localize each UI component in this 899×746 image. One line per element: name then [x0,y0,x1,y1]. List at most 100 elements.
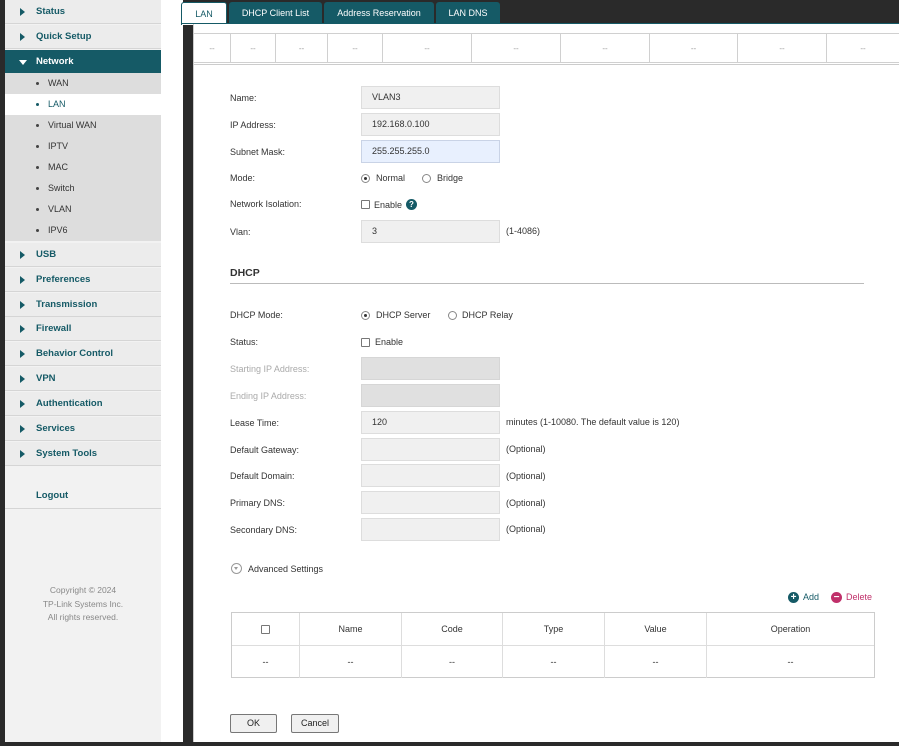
menu-services[interactable]: Services [5,417,161,441]
menu-quick-setup-label: Quick Setup [36,31,92,42]
submenu-switch[interactable]: Switch [5,178,161,199]
name-input[interactable]: VLAN3 [361,86,500,109]
dhcp-relay-radio[interactable] [448,311,457,320]
tab-address-reservation[interactable]: Address Reservation [324,2,434,24]
table-cell: -- [230,34,275,63]
logout-link[interactable]: Logout [36,490,68,501]
menu-usb[interactable]: USB [5,243,161,267]
table-cell: -- [327,34,382,63]
menu-quick-setup[interactable]: Quick Setup [5,25,161,49]
header-value: Value [604,613,706,645]
dhcp-options-table: Name Code Type Value Operation -- -- -- … [231,612,875,678]
subnet-mask-input[interactable]: 255.255.255.0 [361,140,500,163]
submenu-ipv6[interactable]: IPV6 [5,220,161,241]
copyright-line-1: Copyright © 2024 [49,585,117,595]
default-domain-input[interactable] [361,464,500,487]
table-cell: -- [649,34,737,63]
ok-button[interactable]: OK [230,714,277,733]
submenu-mac-label: MAC [48,162,68,172]
submenu-mac[interactable]: MAC [5,157,161,178]
submenu-wan[interactable]: WAN [5,73,161,94]
secondary-dns-input[interactable] [361,518,500,541]
subnet-mask-label: Subnet Mask: [230,147,286,157]
menu-status-label: Status [36,6,66,17]
bullet-icon [36,82,39,85]
submenu-switch-label: Switch [48,183,75,193]
mode-bridge-radio[interactable] [422,174,431,183]
lease-time-input[interactable]: 120 [361,411,500,434]
menu-network[interactable]: Network [5,50,161,74]
cancel-button[interactable]: Cancel [291,714,339,733]
menu-status[interactable]: Status [5,0,161,24]
starting-ip-label: Starting IP Address: [230,364,310,374]
delete-button-label: Delete [846,592,873,602]
menu-services-label: Services [36,423,76,434]
copyright: Copyright © 2024 TP-Link Systems Inc. Al… [5,584,161,625]
menu-vpn[interactable]: VPN [5,367,161,391]
menu-firewall-label: Firewall [36,323,72,334]
ip-address-input[interactable]: 192.168.0.100 [361,113,500,136]
default-domain-hint: (Optional) [506,471,546,481]
submenu-lan-label: LAN [48,99,66,109]
menu-behavior-control[interactable]: Behavior Control [5,342,161,366]
table-cell: -- [382,34,471,63]
submenu-lan[interactable]: LAN [5,94,161,115]
mode-label: Mode: [230,173,256,183]
menu-system-tools-label: System Tools [36,448,98,459]
dhcp-status-checkbox[interactable] [361,338,370,347]
copyright-line-3: All rights reserved. [47,612,119,622]
ending-ip-input[interactable] [361,384,500,407]
network-isolation-label: Network Isolation: [230,199,302,209]
minus-icon: − [831,592,842,604]
menu-system-tools[interactable]: System Tools [5,442,161,466]
starting-ip-input[interactable] [361,357,500,380]
menu-authentication[interactable]: Authentication [5,392,161,416]
table-cell: -- [401,646,502,678]
lease-time-label: Lease Time: [230,418,280,428]
menu-authentication-label: Authentication [36,398,103,409]
menu-behavior-control-label: Behavior Control [36,348,114,359]
caret-right-icon [20,8,25,16]
vlan-label: Vlan: [230,227,251,237]
network-submenu: WAN LAN Virtual WAN IPTV MAC Switch VLAN… [5,73,161,241]
dhcp-status-enable-label: Enable [375,337,404,347]
caret-right-icon [20,33,25,41]
submenu-vlan[interactable]: VLAN [5,199,161,220]
table-cell: -- [502,646,604,678]
network-isolation-checkbox[interactable] [361,200,370,209]
submenu-virtual-wan[interactable]: Virtual WAN [5,115,161,136]
help-icon[interactable]: ? [406,199,417,210]
menu-vpn-label: VPN [36,373,56,384]
mode-normal-radio[interactable] [361,174,370,183]
menu-transmission[interactable]: Transmission [5,293,161,317]
dhcp-server-radio[interactable] [361,311,370,320]
select-all-checkbox[interactable] [261,625,270,634]
secondary-dns-hint: (Optional) [506,524,546,534]
bullet-icon [36,124,39,127]
bullet-icon [36,229,39,232]
submenu-iptv[interactable]: IPTV [5,136,161,157]
mode-bridge-label: Bridge [437,173,464,183]
menu-preferences[interactable]: Preferences [5,268,161,292]
advanced-settings-toggle[interactable]: Advanced Settings [248,564,323,574]
table-row: -- -- -- -- -- -- [232,645,874,678]
tab-lan-dns[interactable]: LAN DNS [436,2,500,24]
tab-dhcp-client-list[interactable]: DHCP Client List [229,2,322,24]
vlan-input[interactable]: 3 [361,220,500,243]
table-cell: -- [737,34,826,63]
chevron-down-icon[interactable] [231,563,242,574]
table-cell: -- [275,34,327,63]
delete-button[interactable]: − Delete [831,592,873,604]
menu-firewall[interactable]: Firewall [5,317,161,341]
primary-dns-hint: (Optional) [506,498,546,508]
header-operation: Operation [706,613,874,645]
add-button[interactable]: + Add [788,592,819,604]
table-cell: -- [706,646,874,678]
header-code: Code [401,613,502,645]
caret-right-icon [20,450,25,458]
primary-dns-input[interactable] [361,491,500,514]
table-cell: -- [604,646,706,678]
caret-right-icon [20,325,25,333]
default-gateway-input[interactable] [361,438,500,461]
tab-lan[interactable]: LAN [181,2,227,25]
